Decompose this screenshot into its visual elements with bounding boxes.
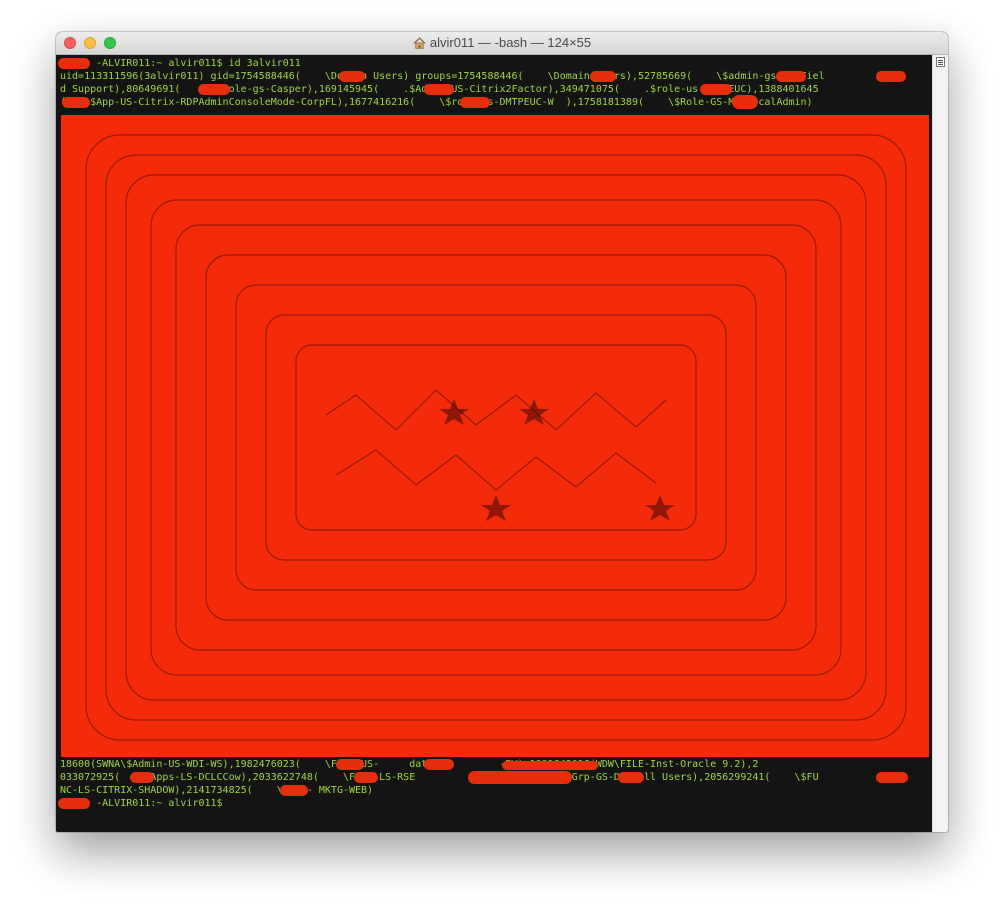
redaction-mark [468,771,572,784]
redaction-mark [618,772,644,783]
scroll-menu-icon[interactable] [936,57,945,67]
redaction-mark [876,772,908,783]
redaction-mark [354,772,378,783]
terminal-line-output: 18600(SWNA\$Admin-US-WDI-WS),1982476023(… [60,759,759,770]
vertical-scrollbar[interactable] [932,55,948,832]
terminal-content[interactable]: -ALVIR011:~ alvir011$ id 3alvir011 uid=1… [56,55,932,832]
redaction-mark [502,761,598,770]
terminal-line-output: 033072925( \Apps-LS-DCLCCow),2033622748(… [60,772,819,783]
redaction-mark [424,759,454,770]
redaction-mark [336,759,364,770]
title-bar[interactable]: alvir011 — -bash — 124×55 [56,32,948,55]
redaction-mark [58,798,90,809]
terminal-window: alvir011 — -bash — 124×55 -ALVIR011:~ al… [56,32,948,832]
terminal-line-output: NC-LS-CITRIX-SHADOW),2141734825( \Web - … [60,785,374,796]
redaction-mark [130,772,154,783]
redaction-mark [280,785,308,796]
house-icon [413,37,426,52]
window-title: alvir011 — -bash — 124×55 [429,35,592,50]
scribble-redaction [61,115,929,757]
window-title-container: alvir011 — -bash — 124×55 [56,36,948,52]
